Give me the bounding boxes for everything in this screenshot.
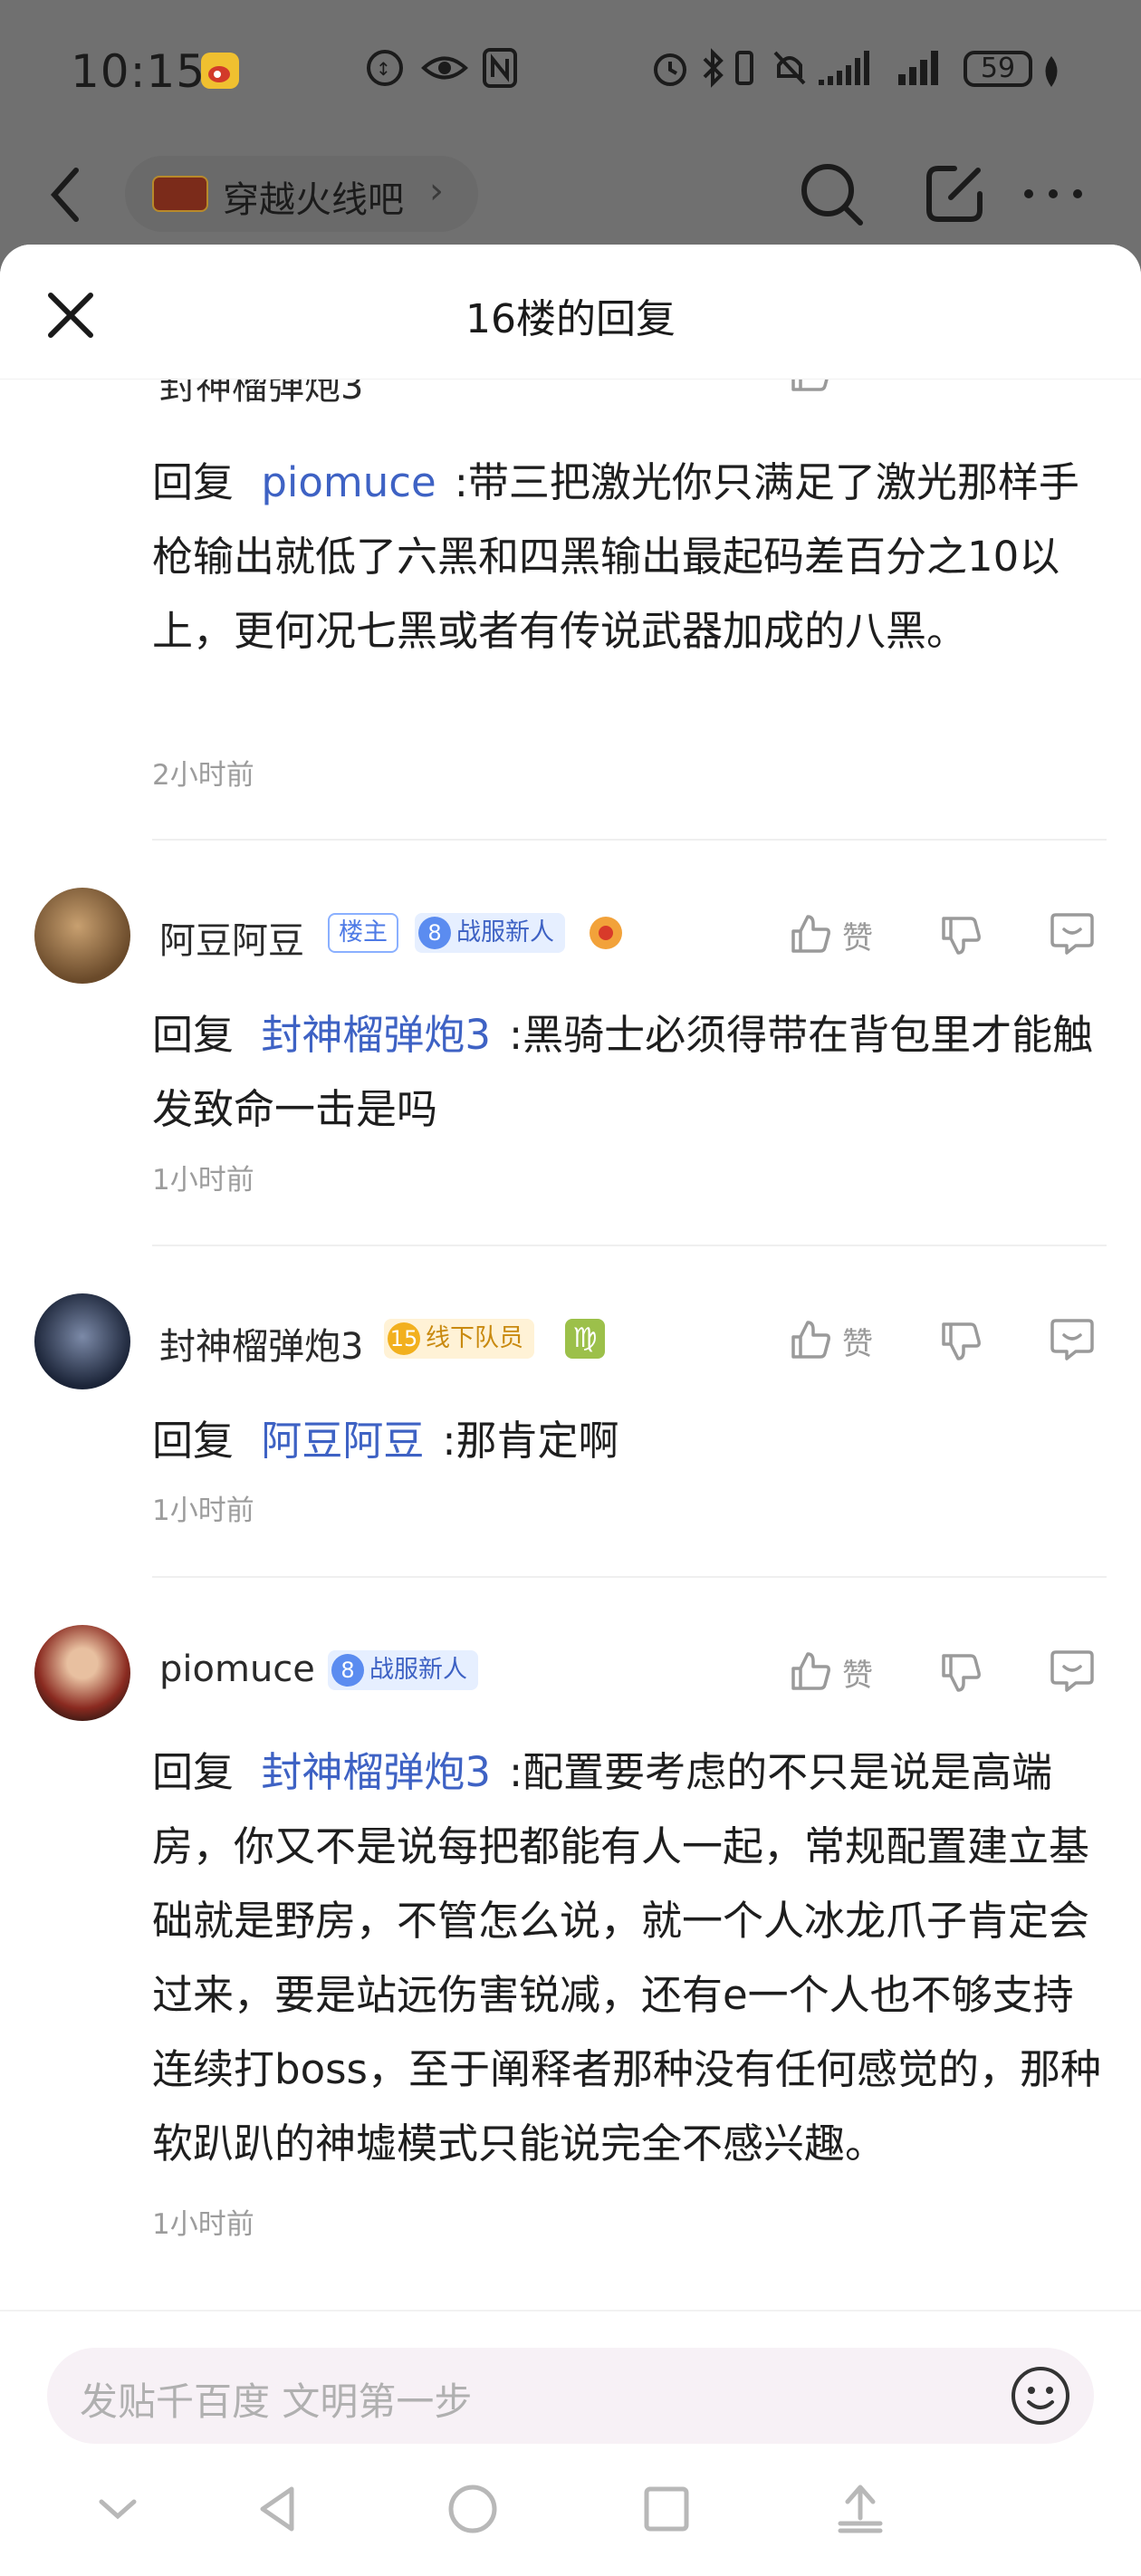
badge-label: 战服新人 — [369, 1656, 467, 1684]
mention-link[interactable]: 封神榴弹炮3 — [261, 1748, 491, 1796]
back-arrow-icon[interactable] — [47, 163, 83, 226]
battery-indicator: 59 — [964, 51, 1032, 87]
sheet-header: 16楼的回复 — [0, 245, 1141, 380]
status-time: 10:15 — [71, 45, 206, 98]
chevron-right-icon: › — [429, 170, 444, 212]
level-badge: 15 线下队员 — [384, 1319, 534, 1359]
thumbs-up-icon[interactable] — [788, 911, 833, 956]
username[interactable]: 封神榴弹炮3 — [159, 1317, 363, 1370]
leaf-icon — [1045, 56, 1058, 87]
divider — [152, 1245, 1107, 1246]
thumbs-down-icon[interactable] — [938, 1319, 983, 1364]
like-label[interactable]: 赞 — [842, 1319, 873, 1363]
vpn-icon: ↕ — [367, 50, 403, 86]
search-icon[interactable] — [797, 159, 866, 228]
divider — [152, 1576, 1107, 1578]
svg-text:↕: ↕ — [376, 58, 391, 80]
badge-label: 线下队员 — [426, 1324, 523, 1352]
edit-icon[interactable] — [922, 159, 989, 226]
level-badge: 8 战服新人 — [415, 913, 565, 953]
comment-time: 1小时前 — [152, 2208, 254, 2241]
like-label[interactable]: 赞 — [842, 913, 873, 957]
reply-prefix: 回复 — [152, 1417, 235, 1465]
comment-list: 封神榴弹炮3 回复 piomuce:带三把激光你只满足了激光那样手枪输出就低了六… — [0, 245, 1141, 2328]
mention-link[interactable]: 封神榴弹炮3 — [261, 1011, 491, 1059]
status-icons: ↕ 59 — [201, 47, 1087, 98]
level-number: 8 — [418, 917, 451, 949]
comment-actions: 赞 — [788, 1312, 1114, 1366]
comment-time: 1小时前 — [152, 1495, 254, 1527]
comment-body: 回复 封神榴弹炮3:配置要考虑的不只是说是高端房，你又不是说每把都能有人一起，常… — [152, 1735, 1112, 2181]
reply-prefix: 回复 — [152, 1748, 235, 1796]
emoji-icon[interactable] — [1009, 2364, 1072, 2427]
game-icon — [590, 917, 622, 949]
reply-prefix: 回复 — [152, 458, 235, 506]
forum-name: 穿越火线吧 — [223, 179, 404, 221]
badge-label: 战服新人 — [456, 918, 554, 947]
nav-home-icon[interactable] — [446, 2482, 500, 2536]
comment-body: 回复 封神榴弹炮3:黑骑士必须得带在背包里才能触发致命一击是吗 — [152, 998, 1112, 1147]
bottom-bar: 发贴千百度 文明第一步 — [0, 2310, 1141, 2576]
virgo-sign-icon: ♍ — [565, 1319, 605, 1359]
nav-recents-icon[interactable] — [639, 2482, 694, 2536]
reply-prefix: 回复 — [152, 1011, 235, 1059]
more-icon[interactable] — [1021, 187, 1085, 201]
avatar[interactable] — [34, 1293, 130, 1389]
nfc-icon — [483, 48, 517, 88]
reply-bubble-icon[interactable] — [1049, 1648, 1096, 1694]
username[interactable]: 阿豆阿豆 — [159, 911, 304, 964]
nav-back-icon[interactable] — [252, 2482, 306, 2536]
owner-badge: 楼主 — [328, 913, 398, 953]
mention-link[interactable]: 阿豆阿豆 — [261, 1417, 424, 1465]
compose-placeholder: 发贴千百度 文明第一步 — [80, 2379, 473, 2424]
reply-bubble-icon[interactable] — [1049, 1317, 1096, 1362]
signal-icon-2 — [898, 51, 938, 85]
like-label[interactable]: 赞 — [842, 1650, 873, 1695]
level-number: 15 — [388, 1322, 420, 1355]
comment-time: 1小时前 — [152, 1164, 254, 1197]
divider — [152, 839, 1107, 841]
comment-actions: 赞 — [788, 1643, 1114, 1697]
signal-icon — [819, 51, 869, 85]
comment-body: 回复 阿豆阿豆 :那肯定啊 — [152, 1404, 1112, 1478]
comment-actions: 赞 — [788, 906, 1114, 960]
forum-pill[interactable]: 穿越火线吧 › — [125, 156, 478, 232]
mute-icon — [773, 51, 806, 85]
comment-time: 2小时前 — [152, 759, 254, 792]
eye-icon — [421, 56, 468, 80]
avatar[interactable] — [34, 1625, 130, 1721]
mention-link[interactable]: piomuce — [261, 458, 436, 506]
comment-body: 回复 piomuce:带三把激光你只满足了激光那样手枪输出就低了六黑和四黑输出最… — [152, 446, 1112, 668]
thumbs-up-icon[interactable] — [788, 1317, 833, 1362]
compose-input[interactable]: 发贴千百度 文明第一步 — [47, 2348, 1094, 2444]
comment-text: :那肯定啊 — [442, 1417, 619, 1465]
thumbs-down-icon[interactable] — [938, 1650, 983, 1696]
level-badge: 8 战服新人 — [328, 1650, 478, 1690]
share-up-icon[interactable] — [833, 2482, 887, 2536]
vibrate-icon — [735, 51, 753, 85]
alarm-icon — [654, 53, 686, 86]
thumbs-down-icon[interactable] — [938, 913, 983, 958]
comment-text: :配置要考虑的不只是说是高端房，你又不是说每把都能有人一起，常规配置建立基础就是… — [152, 1748, 1101, 2167]
reply-sheet: 16楼的回复 封神榴弹炮3 回复 piomuce:带三把激光你只满足了激光那样手… — [0, 245, 1141, 2576]
chevron-down-icon[interactable] — [91, 2482, 145, 2536]
avatar[interactable] — [34, 888, 130, 984]
sheet-title: 16楼的回复 — [465, 296, 676, 342]
level-number: 8 — [331, 1654, 364, 1687]
forum-logo — [152, 176, 208, 212]
thumbs-up-icon[interactable] — [788, 1648, 833, 1694]
bluetooth-icon — [703, 48, 724, 88]
reply-bubble-icon[interactable] — [1049, 911, 1096, 956]
weibo-icon — [201, 53, 239, 89]
username[interactable]: piomuce — [159, 1648, 315, 1690]
